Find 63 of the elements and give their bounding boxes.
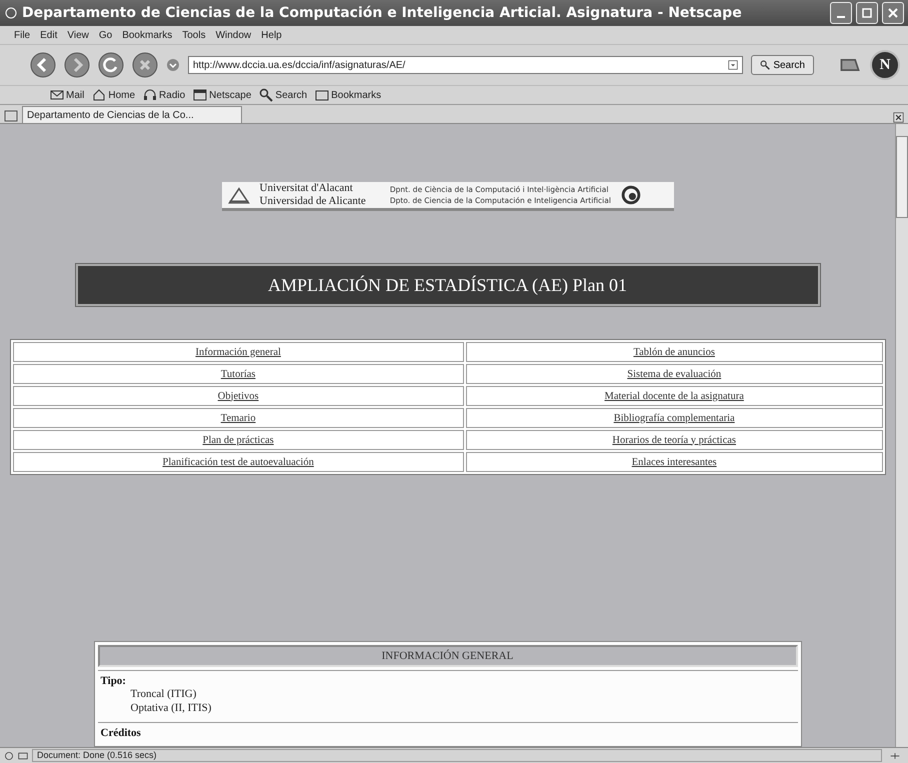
window-title: Departamento de Ciencias de la Computación e Inteligencia Articial. Asignatura - Netscape	[22, 5, 743, 21]
university-name: Universidad de Alicante	[260, 195, 366, 208]
maximize-icon	[862, 8, 872, 18]
close-icon	[888, 8, 898, 18]
menu-item[interactable]: Go	[98, 30, 112, 40]
minimize-button[interactable]	[830, 2, 852, 24]
section-link[interactable]: Tablón de anuncios	[633, 346, 715, 358]
minimize-icon	[837, 16, 845, 18]
forward-icon[interactable]	[64, 52, 90, 78]
emblem-icon	[620, 185, 641, 205]
stop-icon[interactable]	[132, 52, 158, 78]
menu-item[interactable]: View	[67, 30, 89, 40]
window-icon	[193, 88, 208, 102]
search-icon	[259, 88, 274, 102]
headphones-icon	[143, 88, 158, 102]
section-link[interactable]: Material docente de la asignatura	[604, 390, 744, 402]
panel-title: INFORMACIÓN GENERAL	[98, 645, 798, 667]
menu-item[interactable]: File	[14, 30, 30, 40]
section-link[interactable]: Temario	[220, 412, 256, 424]
toolbar-link[interactable]: Home	[92, 88, 136, 102]
search-button[interactable]: Search	[751, 55, 814, 75]
menu-item[interactable]: Window	[216, 30, 252, 40]
field-value: Optativa (II, ITIS)	[130, 701, 212, 715]
menu-item[interactable]: Bookmarks	[122, 30, 172, 40]
section-link[interactable]: Sistema de evaluación	[627, 368, 722, 380]
section-link[interactable]: Horarios de teoría y prácticas	[612, 434, 736, 446]
status-text: Document: Done (0.516 secs)	[32, 749, 882, 762]
reload-icon[interactable]	[98, 52, 124, 78]
section-link[interactable]: Tutorías	[220, 368, 256, 380]
section-link[interactable]: Enlaces interesantes	[632, 456, 717, 468]
maximize-button[interactable]	[856, 2, 878, 24]
university-name: Universitat d'Alacant	[260, 182, 354, 195]
course-heading: AMPLIACIÓN DE ESTADÍSTICA (AE) Plan 01	[76, 264, 820, 306]
field-value: Troncal (ITIG)	[130, 687, 198, 701]
toolbar-link[interactable]: Netscape	[193, 88, 252, 102]
close-button[interactable]	[882, 2, 904, 24]
section-link[interactable]: Información general	[195, 346, 281, 358]
status-icon	[4, 750, 14, 760]
menu-item[interactable]: Edit	[40, 30, 58, 40]
menu-item[interactable]: Tools	[182, 30, 206, 40]
section-link[interactable]: Bibliografía complementaria	[614, 412, 735, 424]
section-link[interactable]: Planificación test de autoevaluación	[162, 456, 314, 468]
toolbar-link[interactable]: Radio	[143, 88, 186, 102]
app-icon	[4, 6, 18, 20]
field-label: Créditos	[100, 727, 142, 739]
dropdown-icon	[166, 58, 180, 72]
back-icon[interactable]	[30, 52, 56, 78]
scrollbar[interactable]	[895, 124, 908, 747]
toolbar-link[interactable]: Bookmarks	[315, 88, 382, 102]
menu-item[interactable]: Help	[261, 30, 282, 40]
toolbar-link[interactable]: Search	[259, 88, 308, 102]
url-field[interactable]: http://www.dccia.ua.es/dccia/inf/asignaturas/AE/	[188, 56, 744, 74]
section-link[interactable]: Objetivos	[218, 390, 259, 402]
field-label: Tipo:	[100, 675, 127, 687]
home-icon	[92, 88, 106, 102]
dropdown-icon	[728, 60, 738, 70]
search-icon	[760, 60, 770, 70]
toolbar-link[interactable]: Mail	[50, 88, 84, 102]
logo-badge[interactable]: N	[870, 50, 900, 80]
section-link[interactable]: Plan de prácticas	[202, 434, 274, 446]
close-icon	[893, 112, 904, 123]
tab-icon	[4, 109, 18, 123]
browser-tab[interactable]: Departamento de Ciencias de la Co...	[22, 106, 242, 123]
